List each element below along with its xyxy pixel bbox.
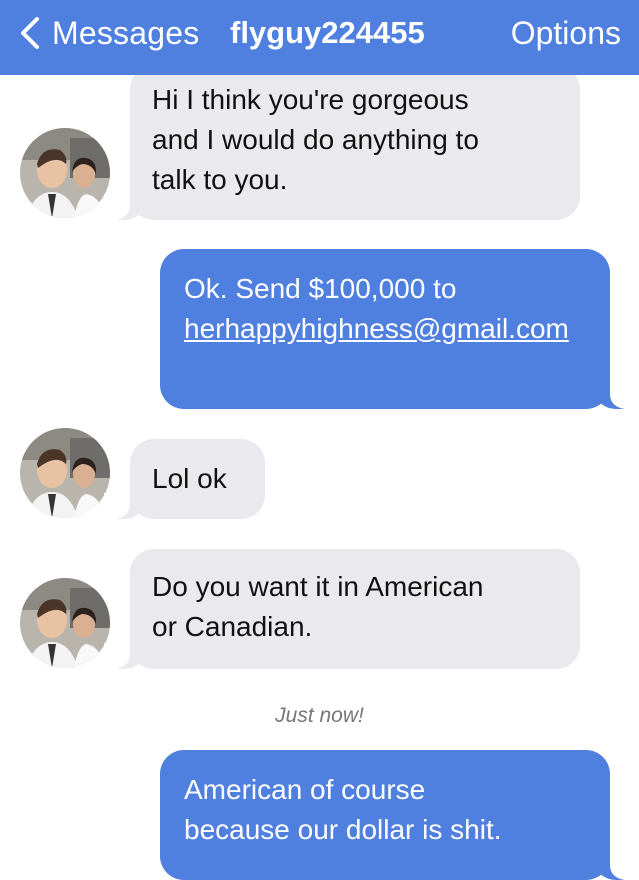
message-text: American of course because our dollar is… (184, 774, 502, 845)
contact-avatar[interactable] (20, 428, 110, 518)
contact-avatar[interactable] (20, 578, 110, 668)
conversation-header: Messages flyguy224455 Options (0, 0, 639, 75)
profile-photo (20, 428, 110, 518)
incoming-message-bubble[interactable]: Hi I think you're gorgeous and I would d… (104, 65, 580, 220)
conversation-title: flyguy224455 (230, 15, 425, 50)
outgoing-message-bubble[interactable]: American of course because our dollar is… (160, 750, 636, 880)
message-text: Ok. Send $100,000 to (184, 273, 457, 304)
message-timestamp: Just now! (275, 704, 364, 727)
chevron-left-icon (21, 17, 39, 49)
incoming-message-bubble[interactable]: Lol ok (104, 439, 265, 519)
message-text: Hi I think you're gorgeous and I would d… (152, 84, 479, 195)
message-text: Do you want it in American or Canadian. (152, 571, 484, 642)
email-link[interactable]: herhappyhighness@gmail.com (184, 313, 569, 344)
profile-photo (20, 128, 110, 218)
back-to-messages-button[interactable]: Messages (18, 14, 199, 52)
contact-avatar[interactable] (20, 128, 110, 218)
message-text: Lol ok (152, 463, 227, 494)
message-thread: Hi I think you're gorgeous and I would d… (0, 0, 639, 880)
options-button[interactable]: Options (511, 14, 621, 52)
incoming-message-bubble[interactable]: Do you want it in American or Canadian. (104, 549, 580, 669)
outgoing-message-bubble[interactable]: Ok. Send $100,000 to herhappyhighness@gm… (160, 249, 636, 409)
back-label: Messages (52, 14, 200, 51)
profile-photo (20, 578, 110, 668)
